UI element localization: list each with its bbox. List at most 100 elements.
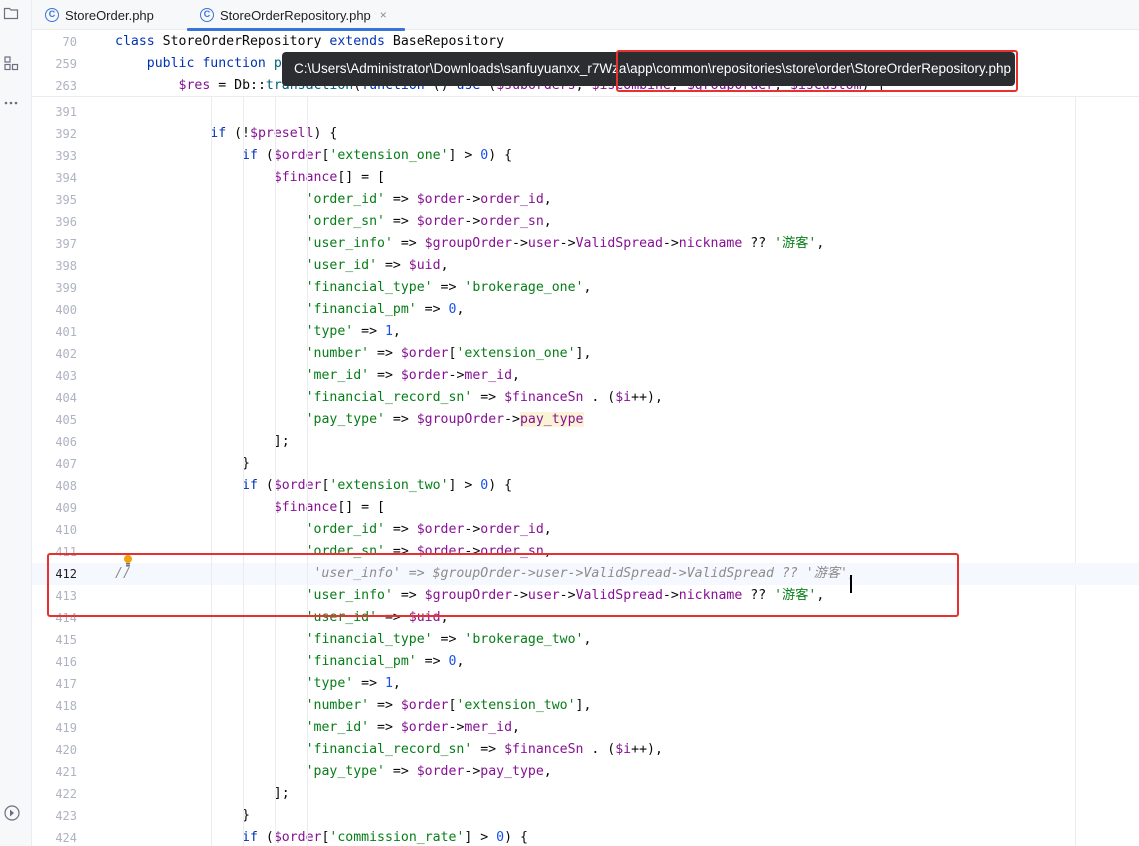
code-line[interactable]: 399 'financial_type' => 'brokerage_one', — [32, 277, 1139, 299]
line-number[interactable]: 396 — [32, 211, 77, 233]
code-line[interactable]: 392 if (!$presell) { — [32, 123, 1139, 145]
line-number[interactable]: 392 — [32, 123, 77, 145]
code-line[interactable]: 400 'financial_pm' => 0, — [32, 299, 1139, 321]
code-token: ) { — [488, 148, 513, 163]
line-number[interactable]: 402 — [32, 343, 77, 365]
code-line[interactable]: 401 'type' => 1, — [32, 321, 1139, 343]
line-number[interactable]: 421 — [32, 761, 77, 783]
code-line[interactable]: 391 — [32, 101, 1139, 123]
code-token: ( — [265, 148, 274, 163]
line-number[interactable]: 413 — [32, 585, 77, 607]
line-number[interactable]: 416 — [32, 651, 77, 673]
code-token: => — [369, 346, 401, 361]
code-line[interactable]: 393 if ($order['extension_one'] > 0) { — [32, 145, 1139, 167]
line-number[interactable]: 403 — [32, 365, 77, 387]
line-number[interactable]: 420 — [32, 739, 77, 761]
code-token: -> — [559, 588, 576, 603]
code-line[interactable]: 394 $finance[] = [ — [32, 167, 1139, 189]
code-token: 'order_id' — [305, 192, 385, 207]
code-text: 'financial_pm' => 0, — [115, 299, 465, 321]
line-number[interactable]: 410 — [32, 519, 77, 541]
code-line[interactable]: 418 'number' => $order['extension_two'], — [32, 695, 1139, 717]
line-number[interactable]: 404 — [32, 387, 77, 409]
structure-icon[interactable] — [3, 55, 19, 71]
code-line[interactable]: 404 'financial_record_sn' => $financeSn … — [32, 387, 1139, 409]
tool-window-strip — [0, 0, 32, 846]
code-token: ( — [265, 830, 274, 845]
line-number[interactable]: 414 — [32, 607, 77, 629]
line-number[interactable]: 424 — [32, 827, 77, 846]
line-number[interactable]: 422 — [32, 783, 77, 805]
code-line[interactable]: 413 'user_info' => $groupOrder->user->Va… — [32, 585, 1139, 607]
code-line[interactable]: 424 if ($order['commission_rate'] > 0) { — [32, 827, 1139, 846]
code-line[interactable]: 420 'financial_record_sn' => $financeSn … — [32, 739, 1139, 761]
line-number[interactable]: 399 — [32, 277, 77, 299]
code-text: 'financial_type' => 'brokerage_two', — [115, 629, 592, 651]
line-number[interactable]: 70 — [32, 31, 77, 53]
code-line[interactable]: 415 'financial_type' => 'brokerage_two', — [32, 629, 1139, 651]
line-number[interactable]: 418 — [32, 695, 77, 717]
code-text: 'pay_type' => $order->pay_type, — [115, 761, 552, 783]
code-line[interactable]: 411 'order_sn' => $order->order_sn, — [32, 541, 1139, 563]
code-editor[interactable]: 70 class StoreOrderRepository extends Bas… — [32, 31, 1139, 846]
line-number[interactable]: 393 — [32, 145, 77, 167]
line-number[interactable]: 394 — [32, 167, 77, 189]
code-line[interactable]: 403 'mer_id' => $order->mer_id, — [32, 365, 1139, 387]
code-line[interactable]: 417 'type' => 1, — [32, 673, 1139, 695]
code-line[interactable]: 397 'user_info' => $groupOrder->user->Va… — [32, 233, 1139, 255]
code-token: => — [384, 764, 417, 779]
services-icon[interactable] — [3, 804, 20, 821]
code-token: , — [583, 632, 592, 647]
tab-storeorder[interactable]: C StoreOrder.php — [45, 0, 154, 30]
line-number[interactable]: 397 — [32, 233, 77, 255]
code-line[interactable]: 416 'financial_pm' => 0, — [32, 651, 1139, 673]
code-line[interactable]: 407 } — [32, 453, 1139, 475]
code-line[interactable]: 422 ]; — [32, 783, 1139, 805]
code-token: , — [543, 192, 552, 207]
line-number[interactable]: 417 — [32, 673, 77, 695]
code-line[interactable]: 423 } — [32, 805, 1139, 827]
code-line[interactable]: 409 $finance[] = [ — [32, 497, 1139, 519]
sticky-code-line[interactable]: 70 class StoreOrderRepository extends Bas… — [32, 31, 1139, 53]
code-text: 'pay_type' => $groupOrder->pay_type — [115, 409, 584, 431]
line-number[interactable]: 401 — [32, 321, 77, 343]
line-number[interactable]: 409 — [32, 497, 77, 519]
code-line[interactable]: 405 'pay_type' => $groupOrder->pay_type — [32, 409, 1139, 431]
code-token: p — [273, 56, 282, 71]
code-line[interactable]: 408 if ($order['extension_two'] > 0) { — [32, 475, 1139, 497]
code-line[interactable]: 412 // 'user_info' => $groupOrder->user->… — [32, 563, 1139, 585]
code-token: 'type' — [305, 324, 354, 339]
code-line[interactable]: 402 'number' => $order['extension_one'], — [32, 343, 1139, 365]
close-icon[interactable]: × — [380, 8, 387, 22]
line-number[interactable]: 405 — [32, 409, 77, 431]
line-number[interactable]: 408 — [32, 475, 77, 497]
line-number[interactable]: 406 — [32, 431, 77, 453]
intention-bulb-icon[interactable] — [123, 553, 133, 567]
code-text: 'order_id' => $order->order_id, — [115, 189, 552, 211]
code-line[interactable]: 406 ]; — [32, 431, 1139, 453]
line-number[interactable]: 415 — [32, 629, 77, 651]
more-icon[interactable] — [3, 95, 19, 111]
line-number[interactable]: 411 — [32, 541, 77, 563]
code-line[interactable]: 398 'user_id' => $uid, — [32, 255, 1139, 277]
code-line[interactable]: 414 'user_id' => $uid, — [32, 607, 1139, 629]
tab-storeorderrepository[interactable]: C StoreOrderRepository.php × — [200, 0, 387, 30]
code-line[interactable]: 419 'mer_id' => $order->mer_id, — [32, 717, 1139, 739]
line-number[interactable]: 407 — [32, 453, 77, 475]
line-number[interactable]: 412 — [32, 563, 77, 585]
line-number[interactable]: 423 — [32, 805, 77, 827]
code-line[interactable]: 395 'order_id' => $order->order_id, — [32, 189, 1139, 211]
php-class-icon: C — [200, 8, 214, 22]
code-line[interactable]: 410 'order_id' => $order->order_id, — [32, 519, 1139, 541]
line-number[interactable]: 395 — [32, 189, 77, 211]
code-line[interactable]: 421 'pay_type' => $order->pay_type, — [32, 761, 1139, 783]
folder-icon[interactable] — [3, 5, 19, 21]
line-number[interactable]: 419 — [32, 717, 77, 739]
line-number[interactable]: 259 — [32, 53, 77, 75]
line-number[interactable]: 398 — [32, 255, 77, 277]
code-line[interactable]: 396 'order_sn' => $order->order_sn, — [32, 211, 1139, 233]
line-number[interactable]: 391 — [32, 101, 77, 123]
line-number[interactable]: 263 — [32, 75, 77, 97]
line-number[interactable]: 400 — [32, 299, 77, 321]
